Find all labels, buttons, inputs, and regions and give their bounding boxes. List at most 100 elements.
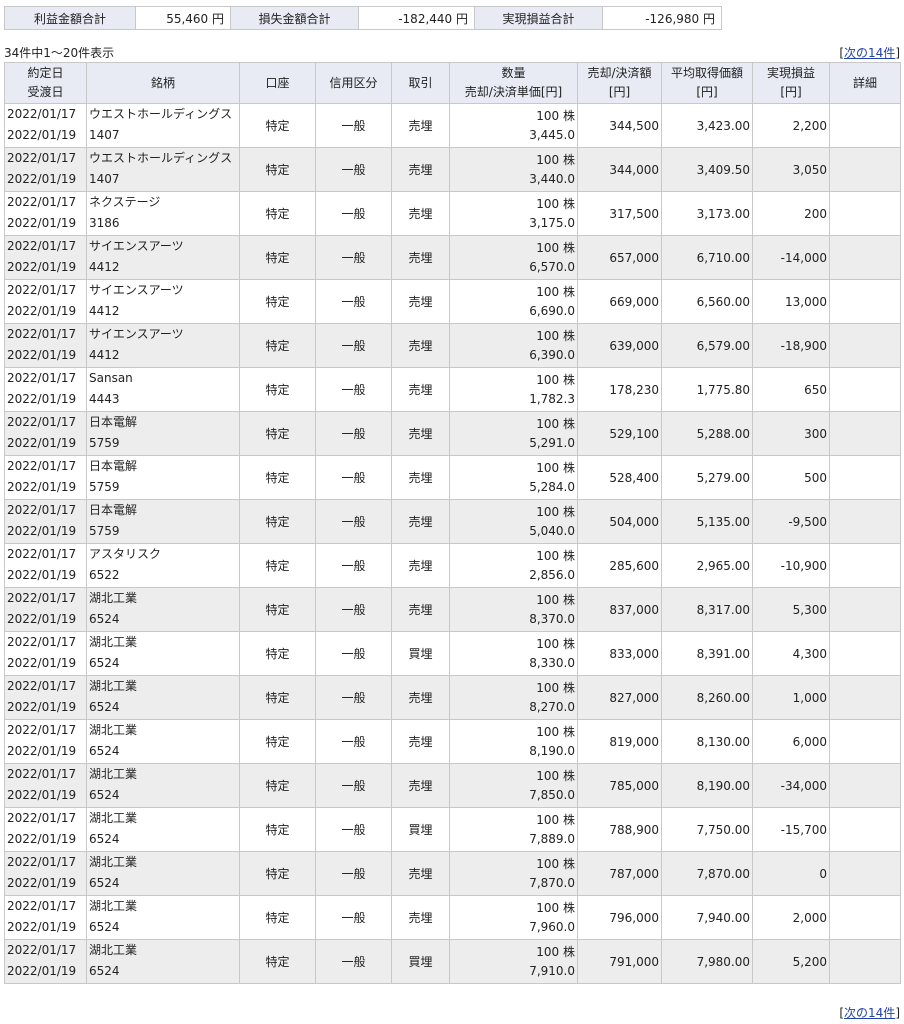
quantity-cell: 100 株 7,889.0 bbox=[449, 807, 578, 852]
date-cell: 2022/01/17 2022/01/19 bbox=[4, 455, 87, 500]
loss-total-value: -182,440 円 bbox=[358, 6, 475, 30]
date-cell: 2022/01/17 2022/01/19 bbox=[4, 543, 87, 588]
avg-cost-cell: 8,130.00 bbox=[661, 719, 753, 764]
settle-date: 2022/01/19 bbox=[7, 964, 77, 978]
credit-cell: 一般 bbox=[315, 631, 392, 676]
avg-cost-cell: 5,279.00 bbox=[661, 455, 753, 500]
stock-code: 4412 bbox=[89, 260, 120, 274]
stock-name: ウエストホールディングス bbox=[89, 151, 233, 165]
trade-cell: 売埋 bbox=[391, 719, 450, 764]
avg-cost-cell: 1,775.80 bbox=[661, 367, 753, 412]
next-page-link-bottom[interactable]: 次の14件 bbox=[844, 1006, 895, 1020]
detail-cell bbox=[829, 455, 901, 500]
date-cell: 2022/01/17 2022/01/19 bbox=[4, 719, 87, 764]
sale-amount-cell: 788,900 bbox=[577, 807, 662, 852]
sale-amount-cell: 837,000 bbox=[577, 587, 662, 632]
unit-price: 7,870.0 bbox=[529, 875, 575, 890]
trade-cell: 売埋 bbox=[391, 543, 450, 588]
credit-cell: 一般 bbox=[315, 191, 392, 236]
quantity-cell: 100 株 8,190.0 bbox=[449, 719, 578, 764]
credit-cell: 一般 bbox=[315, 147, 392, 192]
realized-cell: 1,000 bbox=[752, 675, 830, 720]
date-cell: 2022/01/17 2022/01/19 bbox=[4, 851, 87, 896]
detail-cell bbox=[829, 763, 901, 808]
quantity-cell: 100 株 3,175.0 bbox=[449, 191, 578, 236]
stock-name: 湖北工業 bbox=[89, 635, 138, 649]
date-cell: 2022/01/17 2022/01/19 bbox=[4, 411, 87, 456]
stock-code: 6524 bbox=[89, 788, 120, 802]
detail-cell bbox=[829, 587, 901, 632]
quantity: 100 株 bbox=[536, 328, 575, 343]
quantity-cell: 100 株 2,856.0 bbox=[449, 543, 578, 588]
stock-name: サイエンスアーツ bbox=[89, 327, 184, 341]
unit-price: 6,390.0 bbox=[529, 347, 575, 362]
trade-date: 2022/01/17 bbox=[7, 195, 77, 209]
table-row: 2022/01/17 2022/01/19 アスタリスク 6522 特定 一般 売埋 100 … bbox=[4, 543, 901, 588]
settle-date: 2022/01/19 bbox=[7, 172, 77, 186]
stock-code: 4412 bbox=[89, 304, 120, 318]
avg-cost-cell: 5,135.00 bbox=[661, 499, 753, 544]
stock-code: 6524 bbox=[89, 612, 120, 626]
credit-cell: 一般 bbox=[315, 455, 392, 500]
quantity: 100 株 bbox=[536, 900, 575, 915]
date-cell: 2022/01/17 2022/01/19 bbox=[4, 895, 87, 940]
stock-code: 3186 bbox=[89, 216, 120, 230]
detail-cell bbox=[829, 851, 901, 896]
quantity: 100 株 bbox=[536, 196, 575, 211]
quantity-cell: 100 株 7,850.0 bbox=[449, 763, 578, 808]
stock-cell: ウエストホールディングス 1407 bbox=[86, 147, 240, 192]
detail-cell bbox=[829, 675, 901, 720]
realized-cell: -34,000 bbox=[752, 763, 830, 808]
table-header-row: 約定日 受渡日 銘柄 口座 信用区分 取引 数量 売却/決済単価[円] 売却/決済額… bbox=[4, 62, 901, 104]
trade-cell: 売埋 bbox=[391, 499, 450, 544]
avg-cost-cell: 7,980.00 bbox=[661, 939, 753, 984]
account-cell: 特定 bbox=[239, 411, 316, 456]
sale-amount-cell: 787,000 bbox=[577, 851, 662, 896]
stock-name: ウエストホールディングス bbox=[89, 107, 233, 121]
quantity: 100 株 bbox=[536, 240, 575, 255]
detail-cell bbox=[829, 279, 901, 324]
stock-code: 5759 bbox=[89, 436, 120, 450]
unit-price: 5,284.0 bbox=[529, 479, 575, 494]
date-cell: 2022/01/17 2022/01/19 bbox=[4, 235, 87, 280]
realized-cell: 500 bbox=[752, 455, 830, 500]
trade-date: 2022/01/17 bbox=[7, 107, 77, 121]
unit-price: 1,782.3 bbox=[529, 391, 575, 406]
account-cell: 特定 bbox=[239, 455, 316, 500]
account-cell: 特定 bbox=[239, 719, 316, 764]
avg-cost-cell: 3,423.00 bbox=[661, 103, 753, 148]
settle-date: 2022/01/19 bbox=[7, 700, 77, 714]
quantity: 100 株 bbox=[536, 592, 575, 607]
trade-date: 2022/01/17 bbox=[7, 503, 77, 517]
sale-amount-cell: 504,000 bbox=[577, 499, 662, 544]
stock-name: Sansan bbox=[89, 371, 133, 385]
unit-price: 7,960.0 bbox=[529, 919, 575, 934]
stock-code: 1407 bbox=[89, 128, 120, 142]
unit-price: 6,690.0 bbox=[529, 303, 575, 318]
realized-cell: 300 bbox=[752, 411, 830, 456]
stock-name: 湖北工業 bbox=[89, 723, 138, 737]
account-cell: 特定 bbox=[239, 939, 316, 984]
realized-cell: 6,000 bbox=[752, 719, 830, 764]
stock-name: 湖北工業 bbox=[89, 811, 138, 825]
stock-code: 4443 bbox=[89, 392, 120, 406]
stock-name: 湖北工業 bbox=[89, 943, 138, 957]
stock-name: 湖北工業 bbox=[89, 591, 138, 605]
trade-cell: 売埋 bbox=[391, 279, 450, 324]
stock-cell: 湖北工業 6524 bbox=[86, 763, 240, 808]
unit-price: 3,445.0 bbox=[529, 127, 575, 142]
date-cell: 2022/01/17 2022/01/19 bbox=[4, 807, 87, 852]
summary-table: 利益金額合計 55,460 円 損失金額合計 -182,440 円 実現損益合計… bbox=[4, 6, 722, 30]
detail-cell bbox=[829, 191, 901, 236]
next-page-link[interactable]: 次の14件 bbox=[844, 46, 895, 60]
settle-date: 2022/01/19 bbox=[7, 788, 77, 802]
stock-code: 6524 bbox=[89, 920, 120, 934]
header-realized: 実現損益 [円] bbox=[752, 62, 830, 104]
stock-cell: サイエンスアーツ 4412 bbox=[86, 235, 240, 280]
credit-cell: 一般 bbox=[315, 675, 392, 720]
table-row: 2022/01/17 2022/01/19 湖北工業 6524 特定 一般 買埋 100 株7… bbox=[4, 807, 901, 852]
sale-amount-cell: 796,000 bbox=[577, 895, 662, 940]
stock-name: 湖北工業 bbox=[89, 899, 138, 913]
stock-cell: 湖北工業 6524 bbox=[86, 587, 240, 632]
credit-cell: 一般 bbox=[315, 411, 392, 456]
